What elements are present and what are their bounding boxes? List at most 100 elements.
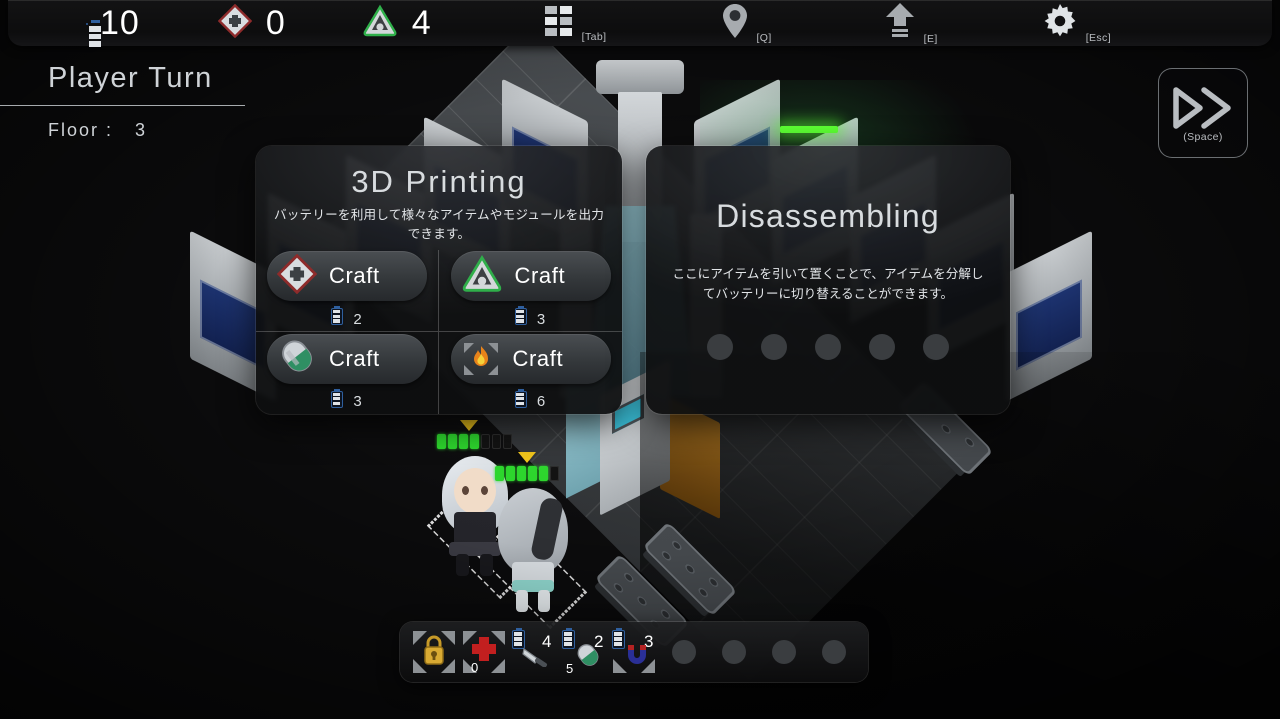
module-triangle-icon	[362, 4, 398, 43]
gear-icon[interactable]	[1042, 3, 1078, 44]
craft-cost-flame: 6	[514, 388, 547, 413]
cost-value: 6	[536, 393, 547, 410]
hotbar-slot-empty-2[interactable]	[714, 630, 754, 674]
capsule-cost: 5	[566, 661, 574, 676]
hp-segment	[495, 466, 504, 481]
magnet-icon	[624, 644, 650, 671]
character-head	[454, 468, 496, 514]
character2-leg-r	[538, 590, 550, 612]
hp-segment	[517, 466, 526, 481]
floor-indicator: Floor : 3	[0, 120, 245, 141]
hotbar-slot-empty-1[interactable]	[664, 630, 704, 674]
disassembling-slot-3[interactable]	[815, 334, 841, 361]
hp-segment	[503, 434, 512, 449]
medkit-qty: 0	[471, 660, 479, 675]
module-triangle-icon	[461, 254, 503, 299]
hotbar-slot-capsule[interactable]: 2 5	[562, 628, 604, 676]
hotbar-slot-lock[interactable]	[413, 630, 455, 674]
hotbar-slot-empty-3[interactable]	[764, 630, 804, 674]
stat-medkit: 0	[217, 3, 286, 43]
disassembling-panel: Disassembling ここにアイテムを引いて置くことで、アイテムを分解して…	[646, 146, 1010, 414]
inventory-button[interactable]: [Tab]	[544, 4, 607, 43]
printing-panel-description: バッテリーを利用して様々なアイテムやモジュールを出力できます。	[273, 208, 605, 241]
character-leg-l	[456, 554, 469, 576]
knife-icon	[522, 645, 552, 672]
health-bar-2	[495, 466, 559, 481]
fast-forward-icon[interactable]	[1172, 87, 1234, 129]
hp-segment	[539, 466, 548, 481]
craft-cell-capsule: Craft 3	[256, 332, 439, 414]
battery-count: 10	[100, 4, 140, 42]
disassembling-slot-row	[646, 334, 1010, 361]
battery-icon	[514, 388, 527, 413]
green-capsule-icon	[573, 641, 603, 674]
disassembling-slot-5[interactable]	[923, 334, 949, 361]
hp-segment	[448, 434, 457, 449]
green-capsule-icon	[277, 336, 317, 381]
hotbar-slot-knife[interactable]: 4	[512, 628, 554, 674]
disassembling-slot-4[interactable]	[869, 334, 895, 361]
hp-segment	[506, 466, 515, 481]
medkit-diamond-icon	[276, 253, 318, 299]
hotbar: 0 4 2 5 3	[400, 622, 868, 682]
craft-button-module[interactable]: Craft	[450, 251, 611, 301]
craft-label: Craft	[514, 263, 566, 288]
cost-value: 2	[353, 310, 363, 328]
craft-button-medkit[interactable]: Craft	[267, 251, 427, 301]
medkit-diamond-icon	[217, 3, 253, 43]
floor-value: 3	[135, 120, 148, 140]
map-button[interactable]: [Q]	[722, 3, 771, 44]
ascend-button[interactable]: [E]	[884, 2, 938, 45]
health-bar-1	[437, 434, 512, 449]
disassembling-slot-1[interactable]	[707, 334, 733, 361]
divider	[0, 105, 245, 106]
wall-segment-right-5	[1006, 230, 1092, 402]
character2-leg-l	[516, 590, 528, 612]
craft-cost-module: 3	[514, 306, 547, 330]
craft-cost-capsule: 3	[331, 388, 363, 413]
hp-segment	[481, 434, 490, 449]
hotbar-slot-magnet[interactable]: 3	[612, 628, 655, 674]
medkit-count: 0	[265, 4, 286, 42]
disassembling-slot-2[interactable]	[761, 334, 787, 361]
craft-label: Craft	[512, 345, 564, 371]
stairs-up-icon[interactable]	[884, 2, 916, 45]
character-leg-r	[480, 554, 493, 576]
battery-icon	[331, 388, 344, 413]
craft-button-flame[interactable]: Craft	[450, 333, 611, 384]
end-turn-button[interactable]: (Space)	[1158, 68, 1248, 158]
printing-panel: 3D Printing バッテリーを利用して様々なアイテムやモジュールを出力でき…	[256, 146, 622, 414]
game-screen: 10 0 4 [Tab] [Q] [E] [Esc] Player Turn F…	[0, 0, 1280, 719]
disassembling-panel-description: ここにアイテムを引いて置くことで、アイテムを分解してバッテリーに切り替えることが…	[672, 267, 984, 301]
stat-module: 4	[362, 4, 432, 43]
hp-segment	[470, 434, 479, 449]
battery-icon	[514, 306, 527, 330]
hp-segment	[459, 434, 468, 449]
craft-cell-module: Craft 3	[439, 250, 622, 332]
craft-button-capsule[interactable]: Craft	[267, 333, 427, 384]
craft-cell-medkit: Craft 2	[256, 250, 439, 332]
map-hotkey: [Q]	[756, 31, 772, 44]
grid-inventory-icon[interactable]	[544, 4, 574, 43]
inventory-hotkey: [Tab]	[581, 30, 607, 43]
craft-label: Craft	[329, 345, 380, 371]
green-indicator-light	[780, 126, 838, 133]
hotbar-slot-medkit[interactable]: 0	[463, 630, 505, 675]
cost-value: 3	[536, 310, 547, 328]
turn-marker-icon-2	[518, 452, 536, 463]
map-pin-icon[interactable]	[722, 3, 748, 44]
empty-slot-icon	[822, 640, 846, 664]
settings-button[interactable]: [Esc]	[1042, 3, 1111, 44]
hp-segment	[437, 434, 446, 449]
hotbar-slot-empty-4[interactable]	[814, 630, 854, 674]
left-hud: Player Turn Floor : 3	[0, 62, 245, 141]
ceiling-beam	[596, 60, 684, 94]
hp-segment	[550, 466, 559, 481]
page-title: Player Turn	[48, 62, 213, 94]
hp-segment	[528, 466, 537, 481]
battery-icon	[331, 306, 344, 330]
disassembling-panel-title: Disassembling	[716, 198, 940, 234]
settings-hotkey: [Esc]	[1085, 31, 1112, 44]
cost-value: 3	[353, 393, 363, 410]
hp-segment	[492, 434, 501, 449]
